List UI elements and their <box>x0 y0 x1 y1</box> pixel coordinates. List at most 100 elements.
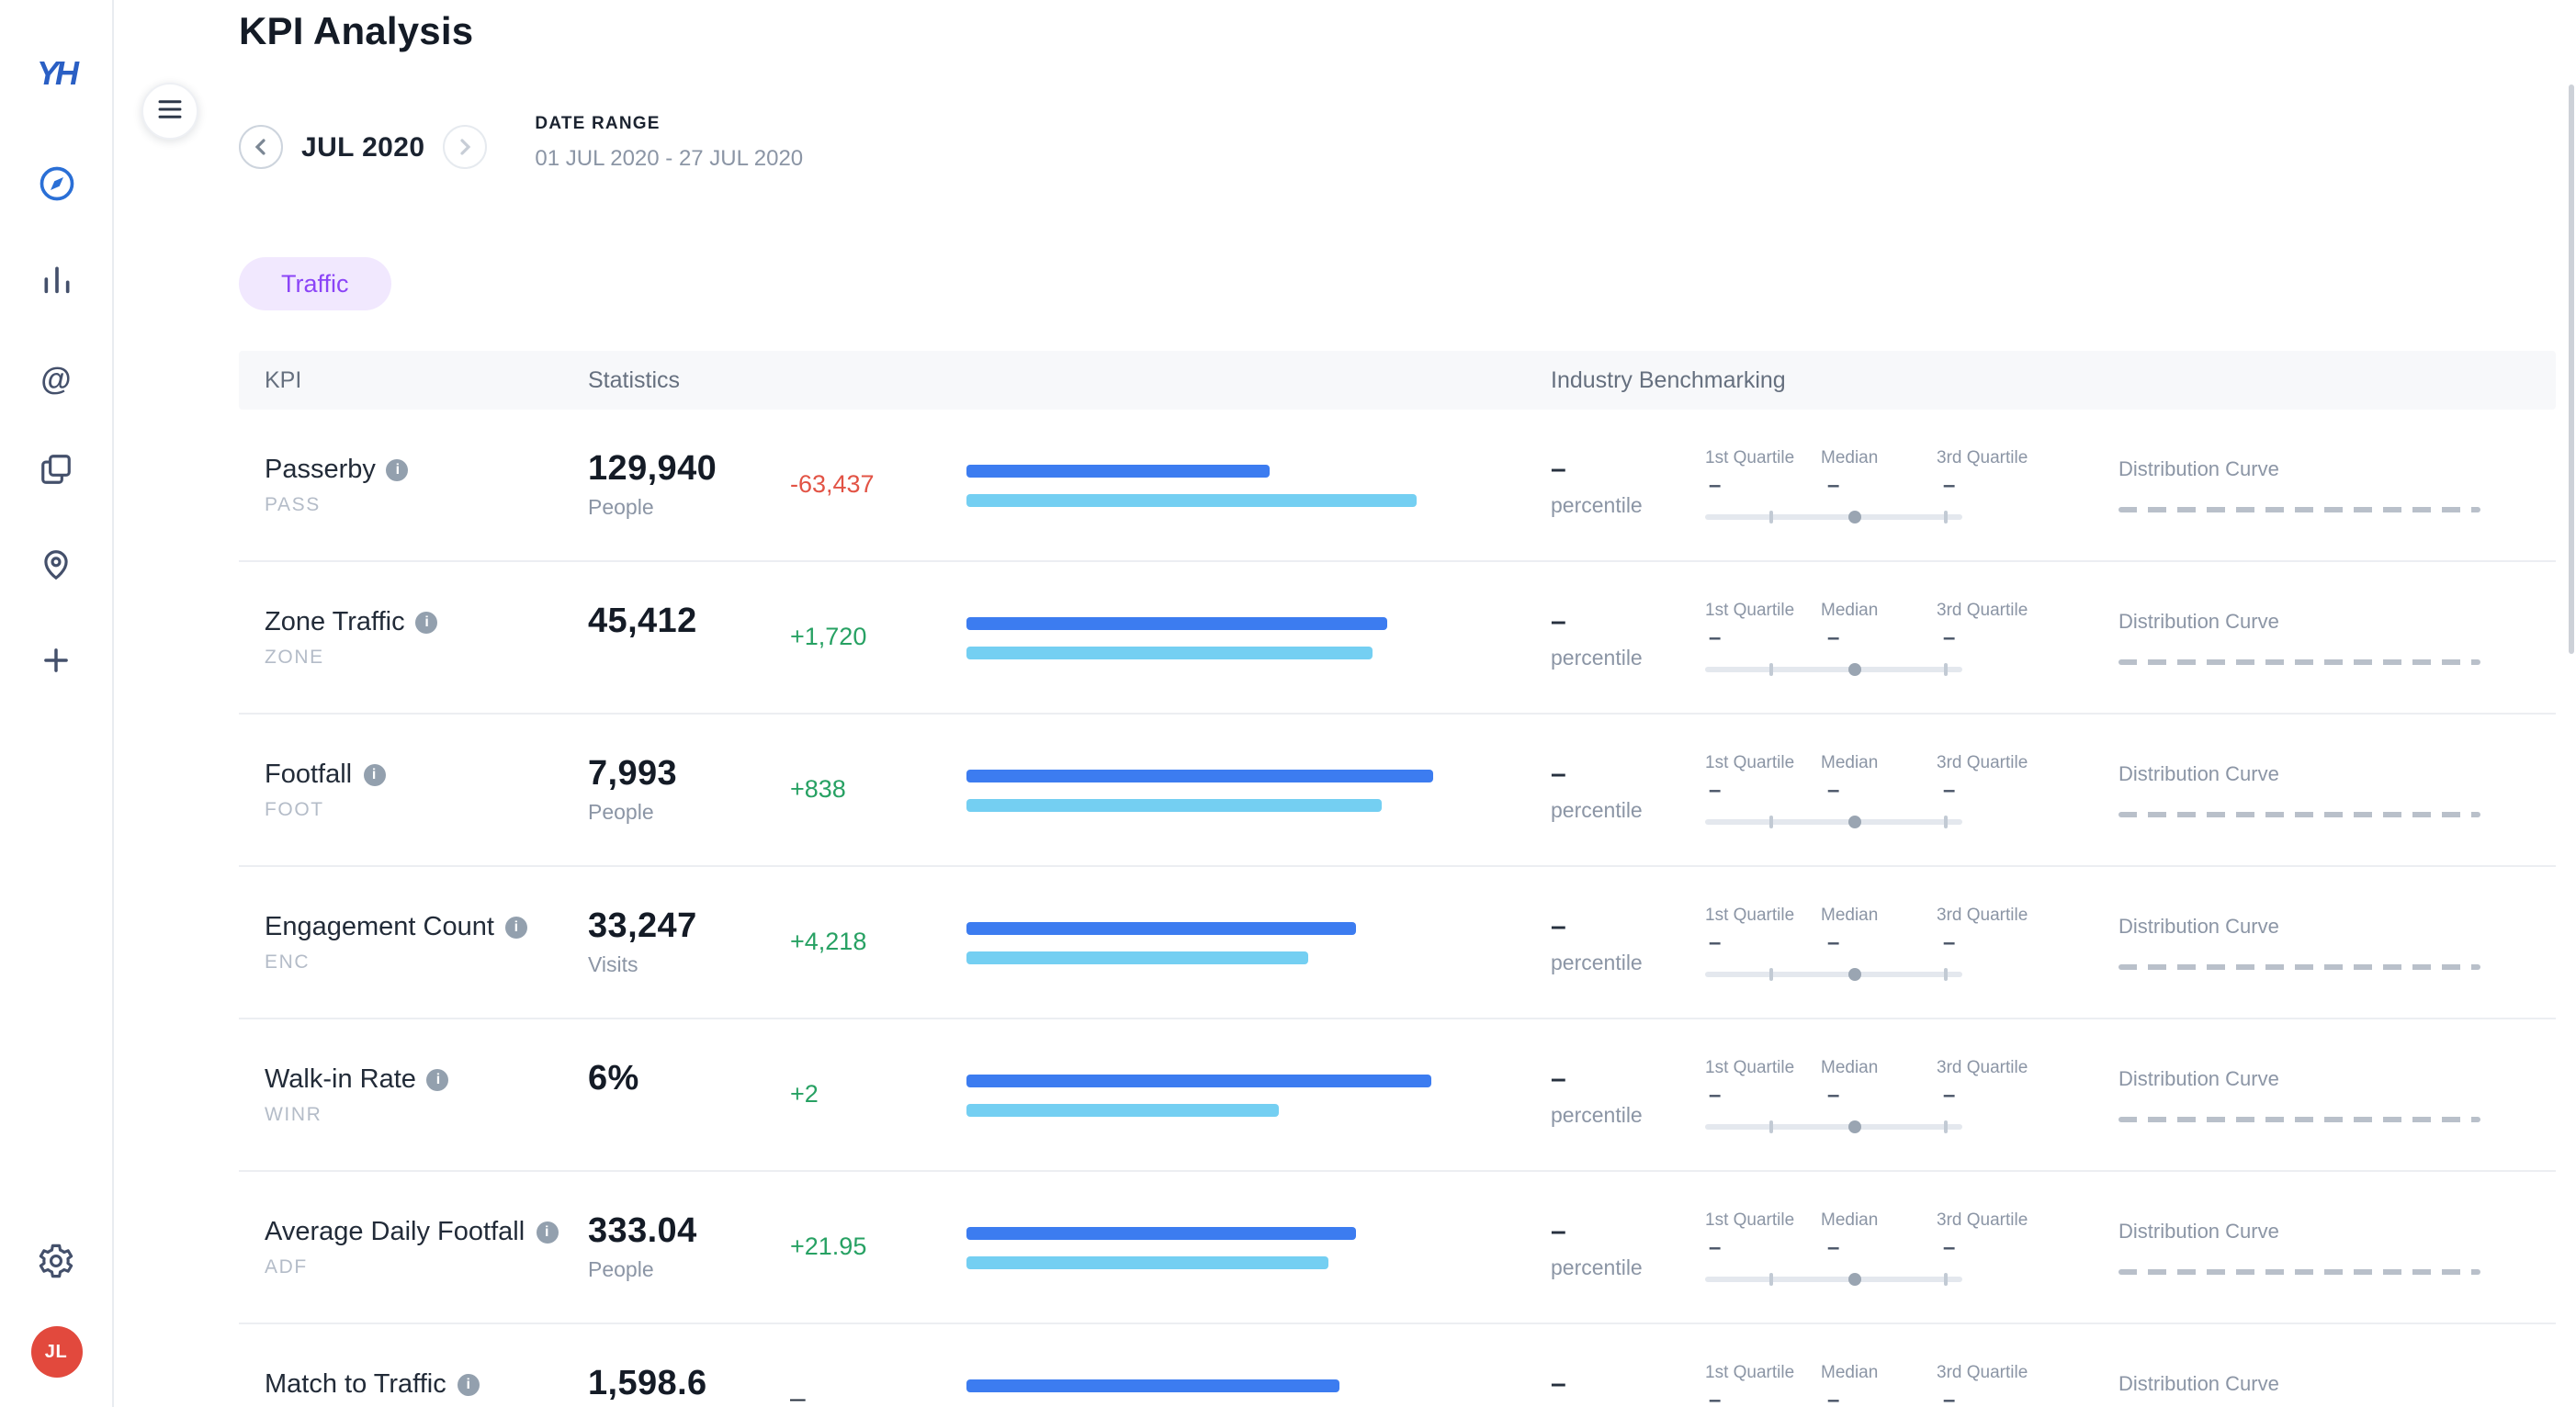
user-avatar[interactable]: JL <box>30 1326 82 1378</box>
info-icon[interactable]: i <box>505 916 527 938</box>
q3-label: 3rd Quartile <box>1937 1057 2028 1077</box>
statistic-unit: Visits <box>588 954 790 978</box>
slider-tick-q1 <box>1769 1272 1773 1285</box>
mentions-icon: @ <box>40 363 71 394</box>
previous-month-button[interactable] <box>239 125 283 169</box>
quartile-slider <box>1705 1120 1962 1132</box>
kpi-bar-chart <box>966 464 1551 506</box>
percentile-cell: – percentile <box>1551 605 1705 670</box>
distribution-curve-label: Distribution Curve <box>2118 458 2556 480</box>
delta-cell: – <box>790 1383 966 1407</box>
q3-value: – <box>1943 624 1955 649</box>
statistic-unit <box>588 1107 790 1131</box>
distribution-curve-placeholder <box>2118 1268 2480 1274</box>
table-row: Passerby i PASS 129,940 People -63,437 –… <box>239 410 2556 562</box>
page-title: KPI Analysis <box>239 11 2576 55</box>
info-icon[interactable]: i <box>416 611 438 633</box>
plus-icon <box>39 643 73 687</box>
distribution-cell: Distribution Curve <box>2027 916 2556 969</box>
sidebar-item-mentions[interactable]: @ <box>28 351 84 406</box>
kpi-code: PASS <box>265 493 588 515</box>
sidebar-item-compare[interactable] <box>28 446 84 501</box>
column-header-statistics: Statistics <box>588 367 966 393</box>
percentile-cell: – percentile <box>1551 1368 1705 1407</box>
slider-tick-q1 <box>1769 510 1773 523</box>
compare-layers-icon <box>39 452 73 496</box>
distribution-curve-placeholder <box>2118 1116 2480 1121</box>
table-header: KPI Statistics Industry Benchmarking <box>239 351 2556 410</box>
kpi-bar-chart <box>966 1074 1551 1116</box>
percentile-value: – <box>1551 453 1705 484</box>
sidebar: YH @ <box>0 0 114 1407</box>
info-icon[interactable]: i <box>458 1373 480 1395</box>
sidebar-item-analytics[interactable] <box>28 255 84 310</box>
slider-track <box>1705 818 1962 825</box>
q1-value: – <box>1709 929 1721 954</box>
sidebar-collapse-button[interactable] <box>141 83 198 140</box>
sidebar-item-add[interactable] <box>28 637 84 692</box>
quartile-cell: 1st Quartile Median 3rd Quartile – – – <box>1705 1057 2027 1132</box>
statistic-cell: 1,598.6 People <box>588 1364 790 1407</box>
next-month-button[interactable] <box>443 125 487 169</box>
slider-track <box>1705 1276 1962 1282</box>
info-icon[interactable]: i <box>536 1221 558 1243</box>
slider-track <box>1705 513 1962 520</box>
statistic-value: 129,940 <box>588 449 790 490</box>
quartile-cell: 1st Quartile Median 3rd Quartile – – – <box>1705 905 2027 980</box>
slider-dot-median <box>1849 1272 1862 1285</box>
info-icon[interactable]: i <box>363 763 385 785</box>
delta-value: +838 <box>790 775 846 803</box>
kpi-cell: Footfall i FOOT <box>265 760 588 820</box>
delta-value: -63,437 <box>790 470 875 498</box>
date-range-value: 01 JUL 2020 - 27 JUL 2020 <box>535 144 803 170</box>
percentile-label: percentile <box>1551 1105 1705 1127</box>
q3-value: – <box>1943 1081 1955 1107</box>
distribution-cell: Distribution Curve <box>2027 458 2556 512</box>
kpi-cell: Walk-in Rate i WINR <box>265 1064 588 1125</box>
delta-cell: +4,218 <box>790 926 966 959</box>
kpi-bar-chart <box>966 1379 1551 1407</box>
slider-tick-q3 <box>1944 815 1948 827</box>
traffic-filter-pill[interactable]: Traffic <box>239 257 391 310</box>
sidebar-item-locations[interactable] <box>28 542 84 597</box>
compass-icon <box>36 163 76 212</box>
kpi-table: KPI Statistics Industry Benchmarking Pas… <box>239 351 2556 1407</box>
quartile-slider <box>1705 967 1962 980</box>
percentile-cell: – percentile <box>1551 1063 1705 1127</box>
info-icon[interactable]: i <box>427 1068 449 1090</box>
sidebar-item-dashboard[interactable] <box>28 160 84 215</box>
slider-dot-median <box>1849 662 1862 675</box>
info-icon[interactable]: i <box>387 458 409 480</box>
table-row: Zone Traffic i ZONE 45,412 +1,720 – perc… <box>239 562 2556 715</box>
scrollbar[interactable] <box>2569 84 2574 654</box>
q3-label: 3rd Quartile <box>1937 752 2028 772</box>
table-body: Passerby i PASS 129,940 People -63,437 –… <box>239 410 2556 1407</box>
q1-value: – <box>1709 776 1721 802</box>
table-row: Average Daily Footfall i ADF 333.04 Peop… <box>239 1172 2556 1324</box>
previous-period-bar <box>966 646 1373 658</box>
kpi-name: Zone Traffic <box>265 607 405 636</box>
median-value: – <box>1827 1081 1839 1107</box>
median-label: Median <box>1821 600 1878 620</box>
percentile-value: – <box>1551 1368 1705 1399</box>
q1-label: 1st Quartile <box>1705 1362 1794 1382</box>
location-pin-icon <box>39 547 73 591</box>
q1-label: 1st Quartile <box>1705 447 1794 467</box>
distribution-cell: Distribution Curve <box>2027 1068 2556 1121</box>
app-logo[interactable]: YH <box>37 55 75 94</box>
kpi-code: FOOT <box>265 798 588 820</box>
kpi-bar-chart <box>966 616 1551 658</box>
settings-button[interactable] <box>28 1238 84 1293</box>
percentile-cell: – percentile <box>1551 1215 1705 1279</box>
date-navigation: JUL 2020 DATE RANGE 01 JUL 2020 - 27 JUL… <box>239 118 2576 176</box>
table-row: Engagement Count i ENC 33,247 Visits +4,… <box>239 867 2556 1019</box>
main-content: KPI Analysis JUL 2020 DATE RANGE 01 JUL … <box>114 0 2576 1407</box>
kpi-cell: Average Daily Footfall i ADF <box>265 1217 588 1278</box>
slider-dot-median <box>1849 510 1862 523</box>
kpi-code: ZONE <box>265 646 588 668</box>
median-value: – <box>1827 471 1839 497</box>
chevron-left-icon <box>252 133 270 161</box>
kpi-code: WINR <box>265 1103 588 1125</box>
slider-tick-q1 <box>1769 967 1773 980</box>
delta-value: – <box>790 1383 806 1407</box>
